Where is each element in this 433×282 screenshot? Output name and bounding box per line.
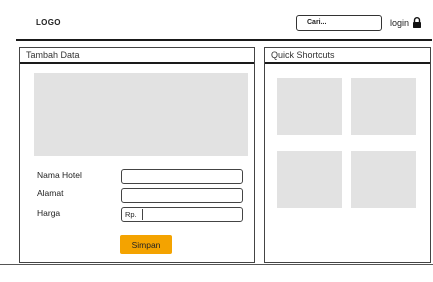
currency-prefix: Rp.	[124, 209, 143, 220]
image-placeholder	[34, 73, 248, 156]
harga-field[interactable]: Rp.	[121, 207, 243, 222]
nama-hotel-field[interactable]	[121, 169, 243, 184]
shortcut-tile[interactable]	[351, 78, 416, 135]
app-frame: LOGO Cari... login Tambah Data Nama Hote…	[16, 5, 432, 278]
search-input[interactable]: Cari...	[296, 15, 382, 31]
harga-label: Harga	[37, 208, 61, 218]
nama-hotel-label: Nama Hotel	[37, 170, 82, 180]
alamat-label: Alamat	[37, 188, 64, 198]
shortcut-tile[interactable]	[351, 151, 416, 208]
lock-icon	[413, 17, 422, 28]
quick-shortcuts-panel: Quick Shortcuts	[264, 47, 431, 263]
alamat-field[interactable]	[121, 188, 243, 203]
simpan-button[interactable]: Simpan	[120, 235, 172, 254]
tambah-data-panel: Tambah Data Nama Hotel Alamat Harga Rp. …	[19, 47, 255, 263]
logo: LOGO	[36, 18, 61, 27]
login-link[interactable]: login	[390, 17, 422, 28]
panel-title-quick-shortcuts: Quick Shortcuts	[265, 48, 430, 64]
footer-divider	[0, 264, 433, 265]
header-bar: LOGO Cari... login	[16, 5, 432, 41]
shortcut-tile[interactable]	[277, 78, 342, 135]
shortcut-tile[interactable]	[277, 151, 342, 208]
panel-title-tambah-data: Tambah Data	[20, 48, 254, 64]
login-label: login	[390, 17, 410, 28]
